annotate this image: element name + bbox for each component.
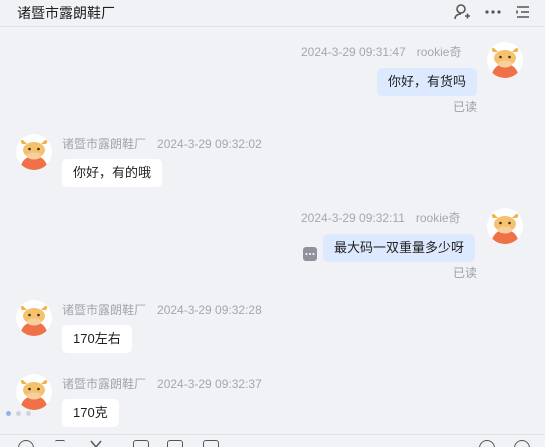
message-sender: 诸暨市露朗鞋厂: [62, 137, 147, 151]
message-bubble[interactable]: 最大码一双重量多少呀: [323, 234, 476, 262]
message-time: 2024-3-29 09:32:02: [157, 137, 262, 151]
image-icon[interactable]: [133, 440, 149, 447]
cow-avatar-icon: [487, 42, 523, 78]
message-meta: 诸暨市露朗鞋厂 2024-3-29 09:32:02: [62, 135, 262, 152]
message-meta: 诸暨市露朗鞋厂 2024-3-29 09:32:28: [62, 301, 262, 318]
history-icon[interactable]: [479, 440, 495, 447]
avatar[interactable]: [16, 374, 52, 410]
menu-icon[interactable]: [513, 2, 533, 22]
message-bubble[interactable]: 你好，有的哦: [62, 159, 163, 187]
cow-avatar-icon: [487, 208, 523, 244]
cow-avatar-icon: [16, 374, 52, 410]
message-bubble[interactable]: 你好，有货吗: [377, 68, 478, 96]
avatar[interactable]: [16, 134, 52, 170]
loading-indicator: [6, 411, 31, 416]
cow-avatar-icon: [16, 134, 52, 170]
read-status: 已读: [453, 266, 478, 280]
message-time: 2024-3-29 09:32:28: [157, 303, 262, 317]
scissors-icon[interactable]: [88, 440, 104, 447]
message-meta: 2024-3-29 09:31:47 rookie奇: [301, 43, 461, 60]
message-sender: rookie奇: [416, 45, 462, 59]
message-bubble[interactable]: 170左右: [62, 325, 132, 353]
emoji-icon[interactable]: [18, 440, 34, 447]
add-user-icon[interactable]: [452, 2, 472, 22]
message-sender: 诸暨市露朗鞋厂: [62, 377, 147, 391]
avatar[interactable]: [16, 300, 52, 336]
message-sender: rookie奇: [415, 211, 461, 225]
message-bubble[interactable]: 170克: [62, 399, 119, 427]
message-time: 2024-3-29 09:32:37: [157, 377, 262, 391]
message-list[interactable]: 2024-3-29 09:31:47 rookie奇 你好，有货吗 已读 诸暨市…: [0, 28, 545, 435]
avatar[interactable]: [487, 208, 523, 244]
message-time: 2024-3-29 09:31:47: [301, 45, 406, 59]
message-sender: 诸暨市露朗鞋厂: [62, 303, 147, 317]
message-time: 2024-3-29 09:32:11: [301, 211, 405, 225]
read-status: 已读: [453, 100, 478, 114]
input-toolbar: [0, 434, 545, 447]
loading-dot: [6, 411, 11, 416]
help-icon[interactable]: [514, 440, 530, 447]
screenshot-icon[interactable]: [203, 440, 219, 447]
chat-title: 诸暨市露朗鞋厂: [17, 5, 115, 21]
avatar[interactable]: [487, 42, 523, 78]
loading-dot: [16, 411, 21, 416]
message-more-icon[interactable]: [303, 247, 317, 261]
more-icon[interactable]: [483, 2, 503, 22]
cow-avatar-icon: [16, 300, 52, 336]
message-meta: 诸暨市露朗鞋厂 2024-3-29 09:32:37: [62, 375, 262, 392]
message-meta: 2024-3-29 09:32:11 rookie奇: [301, 209, 461, 226]
folder-icon[interactable]: [167, 440, 183, 447]
loading-dot: [26, 411, 31, 416]
chat-header: 诸暨市露朗鞋厂: [0, 0, 545, 27]
font-icon[interactable]: [55, 440, 65, 447]
